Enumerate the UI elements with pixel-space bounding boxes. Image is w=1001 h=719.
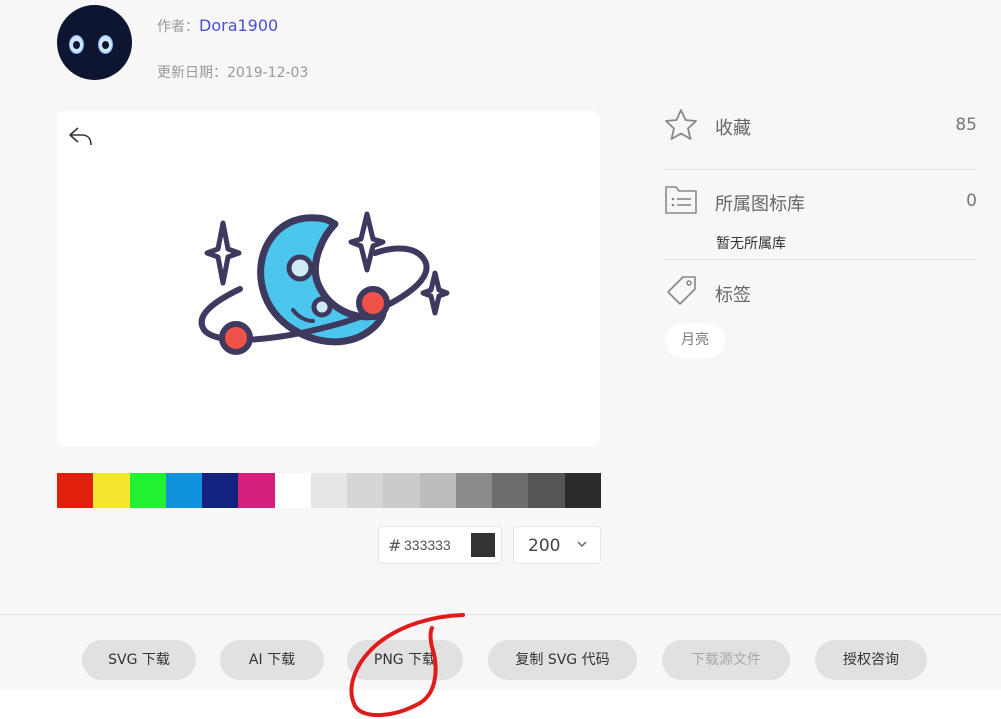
- license-inquiry-button[interactable]: 授权咨询: [815, 640, 927, 680]
- color-preview-chip[interactable]: [471, 533, 495, 557]
- color-swatch[interactable]: [455, 473, 493, 508]
- library-row: 所属图标库 0: [664, 184, 977, 218]
- color-swatch[interactable]: [564, 473, 601, 508]
- hex-color-input[interactable]: [404, 535, 466, 555]
- favorite-count: 85: [955, 115, 977, 135]
- color-swatch[interactable]: [57, 473, 94, 508]
- png-download-button[interactable]: PNG 下载: [347, 640, 463, 680]
- color-swatch[interactable]: [202, 473, 239, 508]
- sidebar-divider: [664, 169, 977, 170]
- tag-chip[interactable]: 月亮: [665, 323, 725, 358]
- color-swatch[interactable]: [238, 473, 275, 508]
- sidebar-divider: [664, 259, 977, 260]
- library-count: 0: [966, 191, 977, 211]
- color-palette: [57, 473, 601, 508]
- ai-download-button[interactable]: AI 下载: [220, 640, 324, 680]
- size-select-value: 200: [528, 536, 561, 556]
- icon-preview-panel: [57, 111, 600, 447]
- svg-download-button[interactable]: SVG 下载: [82, 640, 196, 680]
- avatar-eye: [98, 35, 113, 54]
- color-swatch[interactable]: [274, 473, 311, 508]
- library-label: 所属图标库: [715, 194, 805, 215]
- color-swatch[interactable]: [347, 473, 384, 508]
- undo-arrow-icon[interactable]: [68, 125, 94, 147]
- moon-icon-artwork: [198, 211, 450, 355]
- star-icon[interactable]: [664, 108, 698, 142]
- tags-row: 标签: [664, 274, 977, 308]
- download-source-button[interactable]: 下载源文件: [662, 640, 790, 680]
- copy-svg-code-button[interactable]: 复制 SVG 代码: [488, 640, 637, 680]
- tags-label: 标签: [715, 285, 751, 306]
- avatar-eye: [69, 35, 84, 54]
- author-avatar[interactable]: [57, 5, 132, 80]
- color-swatch[interactable]: [165, 473, 203, 508]
- folder-list-icon: [665, 186, 697, 214]
- author-name-link[interactable]: Dora1900: [199, 16, 278, 35]
- tag-icon: [667, 276, 696, 305]
- chevron-down-icon: [577, 541, 587, 547]
- favorite-label: 收藏: [715, 118, 751, 139]
- color-swatch[interactable]: [310, 473, 348, 508]
- favorite-row[interactable]: 收藏 85: [664, 108, 977, 144]
- color-swatch[interactable]: [93, 473, 130, 508]
- color-swatch[interactable]: [383, 473, 420, 508]
- update-date-label: 更新日期：: [157, 65, 227, 81]
- color-swatch[interactable]: [492, 473, 529, 508]
- size-select[interactable]: 200: [513, 526, 601, 564]
- update-date-row: 更新日期：2019-12-03: [157, 62, 308, 82]
- author-label: 作者：: [157, 19, 199, 35]
- color-swatch[interactable]: [129, 473, 166, 508]
- hash-symbol: #: [388, 536, 402, 555]
- update-date-value: 2019-12-03: [227, 65, 309, 81]
- footer-strip: [0, 690, 1001, 719]
- color-swatch[interactable]: [419, 473, 456, 508]
- color-swatch[interactable]: [528, 473, 565, 508]
- author-row: 作者：Dora1900: [157, 16, 278, 36]
- color-hex-field[interactable]: #: [378, 526, 502, 564]
- no-library-text: 暂无所属库: [716, 236, 786, 252]
